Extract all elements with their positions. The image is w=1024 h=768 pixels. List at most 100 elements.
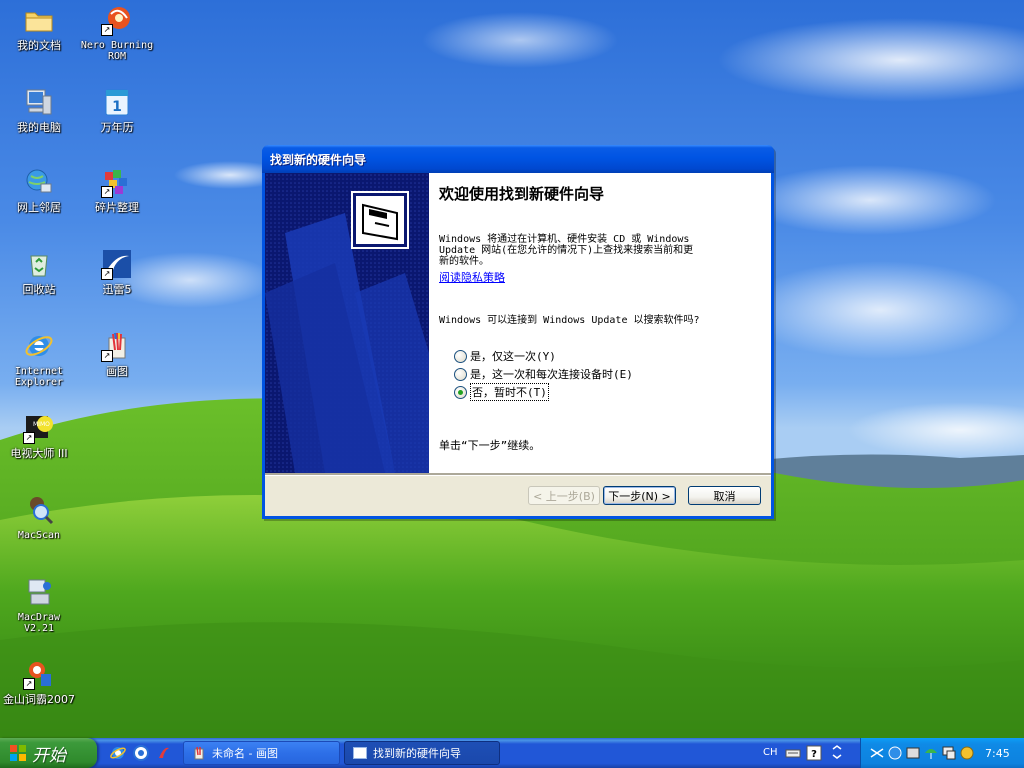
new-hardware-wizard-dialog: 找到新的硬件向导 欢迎使用找到新硬件向导 Windows 将通过在计算机、硬件安…	[262, 145, 774, 519]
quicklaunch-browser-icon[interactable]	[133, 745, 149, 761]
desktop-icon-label: 画图	[106, 365, 128, 378]
shortcut-arrow-icon: ↗	[23, 432, 35, 444]
window-icon	[353, 747, 367, 759]
tray-monitor-icon[interactable]	[941, 745, 957, 761]
option-yes-every-time[interactable]: 是，这一次和每次连接设备时(E)	[454, 366, 633, 382]
defrag-icon: ↗	[101, 166, 133, 198]
thunder-icon: ↗	[101, 248, 133, 280]
task-label: 未命名 - 画图	[212, 747, 278, 760]
desktop-icon-macdraw[interactable]: MacDraw V2.21	[0, 576, 78, 634]
wizard-heading: 欢迎使用找到新硬件向导	[439, 185, 605, 203]
desktop-icon-paint[interactable]: ↗ 画图	[78, 330, 156, 378]
option-no-not-now[interactable]: 否，暂时不(T)	[454, 383, 549, 401]
shortcut-arrow-icon: ↗	[101, 186, 113, 198]
ie-icon	[23, 330, 55, 362]
desktop-icon-label: 电视大师 III	[10, 447, 68, 460]
desktop-icon-label: 网上邻居	[17, 201, 61, 214]
desktop-icon-calendar[interactable]: 1 万年历	[78, 86, 156, 134]
desktop-icon-label: MacDraw V2.21	[17, 612, 61, 634]
desktop-icon-label: 我的电脑	[17, 121, 61, 134]
shortcut-arrow-icon: ↗	[101, 350, 113, 362]
shortcut-arrow-icon: ↗	[101, 24, 113, 36]
task-label: 找到新的硬件向导	[373, 747, 461, 760]
option-yes-this-time[interactable]: 是，仅这一次(Y)	[454, 348, 556, 364]
desktop-icon-label: 回收站	[22, 283, 56, 296]
dialog-titlebar[interactable]: 找到新的硬件向导	[262, 145, 774, 173]
desktop-icon-ie[interactable]: Internet Explorer	[0, 330, 78, 388]
desktop-icon-label: 万年历	[100, 121, 134, 134]
start-label: 开始	[32, 745, 66, 766]
dialog-title: 找到新的硬件向导	[270, 153, 367, 167]
dialog-body: 欢迎使用找到新硬件向导 Windows 将通过在计算机、硬件安装 CD 或 Wi…	[265, 173, 771, 516]
desktop-icon-label: 金山词霸2007	[3, 693, 75, 706]
desktop-icon-my-computer[interactable]: 我的电脑	[0, 86, 78, 134]
desktop-icon-kingsoft[interactable]: ↗ 金山词霸2007	[0, 658, 78, 706]
keyboard-icon[interactable]	[785, 745, 801, 761]
paint-icon	[192, 746, 206, 760]
windows-flag-icon	[9, 744, 27, 762]
tv-master-icon: MIMO ↗	[23, 412, 55, 444]
radio-button-selected-icon[interactable]	[454, 385, 467, 399]
task-paint[interactable]: 未命名 - 画图	[183, 741, 340, 765]
desktop-icon-macscan[interactable]: MacScan	[0, 494, 78, 541]
tray-device-icon[interactable]	[905, 745, 921, 761]
desktop-icon-label: MacScan	[17, 530, 61, 541]
folder-icon	[23, 4, 55, 36]
svg-text:MIMO: MIMO	[33, 421, 50, 428]
task-hardware-wizard[interactable]: 找到新的硬件向导	[344, 741, 500, 765]
quicklaunch-app-icon[interactable]	[156, 745, 172, 761]
shortcut-arrow-icon: ↗	[101, 268, 113, 280]
option-label: 否，暂时不(T)	[470, 383, 549, 401]
radio-button-icon[interactable]	[454, 349, 467, 363]
tray-scissors-icon[interactable]	[869, 745, 885, 761]
back-button[interactable]: < 上一步(B)	[528, 486, 600, 505]
cancel-button[interactable]: 取消	[688, 486, 761, 505]
calendar-icon: 1	[101, 86, 133, 118]
option-label: 是，仅这一次(Y)	[470, 350, 556, 363]
start-button[interactable]: 开始	[0, 738, 97, 768]
quicklaunch-ie-icon[interactable]	[110, 745, 126, 761]
computer-icon	[23, 86, 55, 118]
nero-icon: ↗	[101, 4, 133, 36]
clock[interactable]: 7:45	[985, 747, 1010, 765]
intro-text-line1: Windows 将通过在计算机、硬件安装 CD 或 Windows	[439, 234, 690, 245]
desktop-icon-tv-master[interactable]: MIMO ↗ 电视大师 III	[0, 412, 78, 460]
network-icon	[23, 166, 55, 198]
desktop-icon-label: Internet Explorer	[14, 366, 64, 388]
shortcut-arrow-icon: ↗	[23, 678, 35, 690]
macscan-icon	[23, 494, 55, 526]
continue-instruction: 单击“下一步”继续。	[439, 439, 541, 452]
option-label: 是，这一次和每次连接设备时(E)	[470, 368, 633, 381]
wizard-content: 欢迎使用找到新硬件向导 Windows 将通过在计算机、硬件安装 CD 或 Wi…	[429, 173, 771, 473]
privacy-policy-link[interactable]: 阅读隐私策略	[439, 272, 505, 283]
system-tray: 7:45	[860, 738, 1024, 768]
tray-umbrella-icon[interactable]	[923, 745, 939, 761]
language-indicator[interactable]: CH	[763, 747, 778, 765]
desktop-icon-label: 我的文档	[17, 39, 61, 52]
macdraw-icon	[23, 576, 55, 608]
taskbar: 开始 未命名 - 画图 找到新的硬件向导 CH ? 7:45	[0, 738, 1024, 768]
kingsoft-icon: ↗	[23, 658, 55, 690]
desktop-icon-recycle-bin[interactable]: 回收站	[0, 248, 78, 296]
svg-text:?: ?	[811, 749, 817, 760]
desktop-icon-nero[interactable]: ↗ Nero Burning ROM	[78, 4, 156, 62]
desktop-icon-label: 迅雷5	[102, 283, 132, 296]
dialog-separator	[265, 473, 771, 476]
desktop-icon-my-documents[interactable]: 我的文档	[0, 4, 78, 52]
desktop-icon-label: 碎片整理	[95, 201, 139, 214]
intro-text-line2: Update 网站(在您允许的情况下)上查找来搜索当前和更	[439, 245, 694, 256]
options-icon[interactable]	[829, 745, 845, 761]
paint-icon: ↗	[101, 330, 133, 362]
tray-volume-icon[interactable]	[959, 745, 975, 761]
recycle-bin-icon	[23, 248, 55, 280]
help-icon[interactable]: ?	[806, 745, 822, 761]
desktop-icon-defrag[interactable]: ↗ 碎片整理	[78, 166, 156, 214]
update-question: Windows 可以连接到 Windows Update 以搜索软件吗?	[439, 315, 700, 326]
radio-button-icon[interactable]	[454, 367, 467, 381]
desktop-icon-thunder[interactable]: ↗ 迅雷5	[78, 248, 156, 296]
desktop-icon-label: Nero Burning ROM	[80, 40, 154, 62]
tray-network-icon[interactable]	[887, 745, 903, 761]
next-button[interactable]: 下一步(N) >	[603, 486, 676, 505]
desktop-icon-network[interactable]: 网上邻居	[0, 166, 78, 214]
intro-text-line3: 新的软件。	[439, 256, 489, 267]
